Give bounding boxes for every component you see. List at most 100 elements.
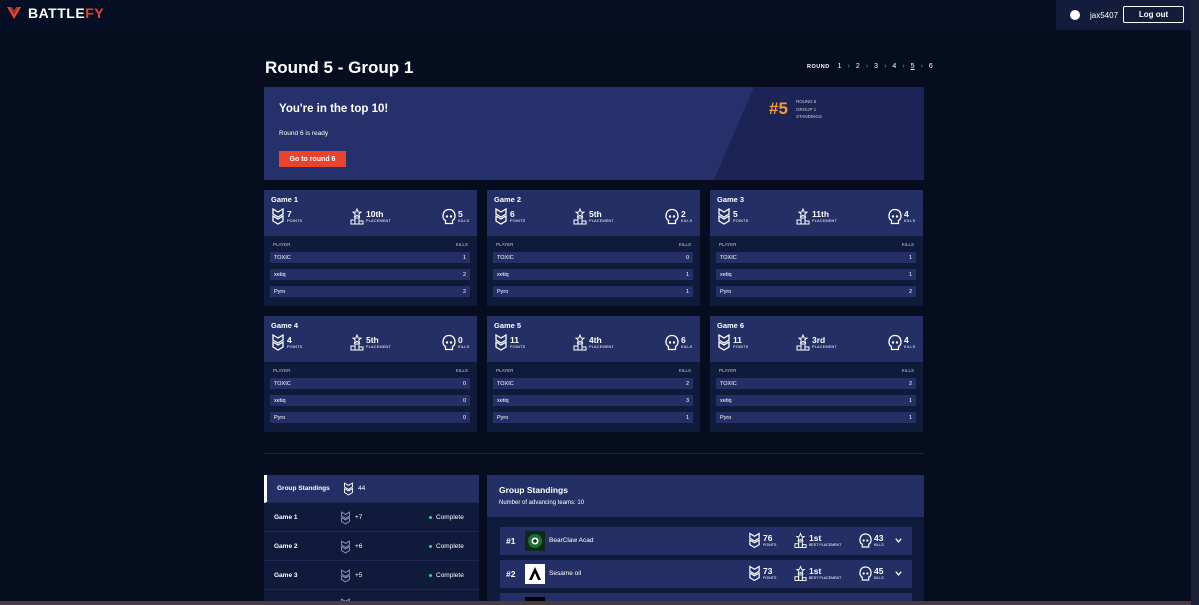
points-icon bbox=[341, 569, 350, 583]
sidebar-item-status: Complete bbox=[429, 543, 464, 550]
stat-label: KILLS bbox=[874, 575, 884, 580]
round-link-2[interactable]: 2 bbox=[856, 63, 860, 70]
player-name: xetiq bbox=[720, 397, 732, 404]
round-link-1[interactable]: 1 bbox=[838, 63, 842, 70]
stat-value: 5th bbox=[366, 334, 379, 345]
player-kills: 1 bbox=[685, 288, 689, 295]
player-kills: 2 bbox=[462, 288, 466, 295]
team-rank: #1 bbox=[506, 536, 516, 546]
chevron-right-icon: › bbox=[847, 63, 850, 70]
go-to-round-button[interactable]: Go to round 6 bbox=[279, 151, 346, 167]
points-stat: 76 POINTS bbox=[748, 532, 776, 549]
page-scrollbar[interactable] bbox=[1191, 0, 1199, 605]
player-name: TOXIC bbox=[720, 380, 737, 387]
chevron-down-icon[interactable] bbox=[894, 536, 903, 545]
team-standing-row[interactable]: #1 BearClaw Acad 76 POINTS 1st BEST PLACEM… bbox=[500, 527, 912, 555]
sidebar-item-game-2[interactable]: Game 2 +6 Complete bbox=[264, 533, 479, 561]
player-kills: 1 bbox=[908, 414, 912, 421]
placement-stat: 1st BEST PLACEMENT bbox=[794, 565, 841, 582]
round-link-5[interactable]: 5 bbox=[911, 63, 915, 70]
skull-icon bbox=[442, 334, 456, 351]
stat-label: PLACEMENT bbox=[366, 218, 392, 223]
player-column-header: PLAYER bbox=[273, 368, 291, 373]
round-link-4[interactable]: 4 bbox=[892, 63, 896, 70]
logout-button[interactable]: Log out bbox=[1123, 6, 1184, 23]
sidebar-item-game-1[interactable]: Game 1 +7 Complete bbox=[264, 504, 479, 532]
sidebar-item-label: Game 3 bbox=[274, 572, 298, 579]
player-name: Pyro bbox=[497, 288, 509, 295]
stat-label: BEST PLACEMENT bbox=[809, 542, 842, 547]
points-icon bbox=[344, 482, 353, 496]
player-column-header: PLAYER bbox=[719, 242, 737, 247]
placement-stat: 4th PLACEMENT bbox=[573, 334, 614, 351]
points-stat: 11 POINTS bbox=[717, 334, 748, 351]
advancement-banner: You're in the top 10! Round 6 is ready G… bbox=[264, 87, 924, 180]
points-icon bbox=[341, 511, 350, 525]
group-standings-panel: Group Standings Number of advancing team… bbox=[487, 475, 924, 605]
stat-value: 76 bbox=[763, 532, 773, 543]
chevron-right-icon: › bbox=[865, 63, 869, 70]
player-kills: 2 bbox=[908, 288, 912, 295]
stat-label: POINTS bbox=[733, 218, 749, 223]
stat-label: PLACEMENT bbox=[589, 344, 615, 349]
skull-stat: 5 KILLS bbox=[442, 208, 469, 225]
sidebar-item-group-standings[interactable]: Group Standings 44 bbox=[264, 475, 479, 503]
player-row: xetiq 2 bbox=[270, 269, 470, 280]
round-link-6[interactable]: 6 bbox=[929, 63, 933, 70]
stat-label: KILLS bbox=[874, 542, 884, 547]
round-nav-label: ROUND bbox=[807, 63, 830, 70]
player-row: TOXIC 2 bbox=[716, 378, 916, 389]
stat-value: 7 bbox=[287, 208, 292, 219]
stat-value: 5 bbox=[733, 208, 738, 219]
avatar[interactable] bbox=[1070, 10, 1080, 20]
points-stat: 5 POINTS bbox=[717, 208, 748, 225]
stat-label: BEST PLACEMENT bbox=[809, 575, 842, 580]
skull-stat: 4 KILLS bbox=[888, 334, 915, 351]
game-card: Game 2 6 POINTS 5th PLACEMENT 2 KILLS PLAYE… bbox=[487, 190, 700, 306]
game-card-header: Game 1 7 POINTS 10th PLACEMENT 5 KILLS bbox=[264, 190, 477, 236]
stat-label: PLACEMENT bbox=[812, 344, 838, 349]
placement-icon bbox=[350, 334, 364, 351]
stat-label: POINTS bbox=[287, 218, 303, 223]
team-name: BearClaw Acad bbox=[549, 537, 594, 544]
stat-value: 73 bbox=[763, 565, 773, 576]
chevron-right-icon: › bbox=[884, 63, 887, 70]
stat-value: 4 bbox=[287, 334, 292, 345]
player-row: Pyro 1 bbox=[493, 412, 693, 423]
kills-column-header: KILLS bbox=[678, 368, 691, 373]
skull-icon bbox=[888, 334, 902, 351]
sidebar-item-game-3[interactable]: Game 3 +5 Complete bbox=[264, 562, 479, 590]
username[interactable]: jax5407 bbox=[1090, 11, 1118, 20]
team-standing-row[interactable]: #2 Sesame oil 73 POINTS 1st BEST PLACEMENT… bbox=[500, 560, 912, 588]
placement-icon bbox=[573, 334, 587, 351]
player-kills: 1 bbox=[908, 271, 912, 278]
round-link-3[interactable]: 3 bbox=[874, 63, 878, 70]
battlefy-logo[interactable]: BATTLEFY bbox=[6, 5, 104, 21]
player-name: TOXIC bbox=[274, 254, 291, 261]
stat-label: PLACEMENT bbox=[812, 218, 838, 223]
status-dot-icon bbox=[429, 516, 432, 519]
player-kills: 3 bbox=[685, 397, 689, 404]
kills-column-header: KILLS bbox=[901, 368, 914, 373]
skull-icon bbox=[888, 208, 902, 225]
skull-stat: 6 KILLS bbox=[665, 334, 692, 351]
player-row: Pyro 1 bbox=[716, 412, 916, 423]
points-icon bbox=[272, 334, 284, 351]
skull-stat: 0 KILLS bbox=[442, 334, 469, 351]
placement-icon bbox=[794, 565, 807, 581]
stat-value: 3rd bbox=[812, 334, 826, 345]
game-card-header: Game 4 4 POINTS 5th PLACEMENT 0 KILLS bbox=[264, 316, 477, 362]
chevron-down-icon[interactable] bbox=[894, 569, 903, 578]
status-dot-icon bbox=[429, 574, 432, 577]
player-row: xetiq 3 bbox=[493, 395, 693, 406]
kills-column-header: KILLS bbox=[455, 242, 468, 247]
player-kills: 0 bbox=[462, 380, 466, 387]
player-row: Pyro 1 bbox=[493, 286, 693, 297]
player-name: xetiq bbox=[497, 397, 509, 404]
player-name: xetiq bbox=[274, 271, 286, 278]
skull-stat: 4 KILLS bbox=[888, 208, 915, 225]
points-stat: 73 POINTS bbox=[748, 565, 776, 582]
skull-icon bbox=[665, 334, 679, 351]
stat-label: POINTS bbox=[510, 344, 526, 349]
sidebar-item-label: Game 2 bbox=[274, 543, 298, 550]
